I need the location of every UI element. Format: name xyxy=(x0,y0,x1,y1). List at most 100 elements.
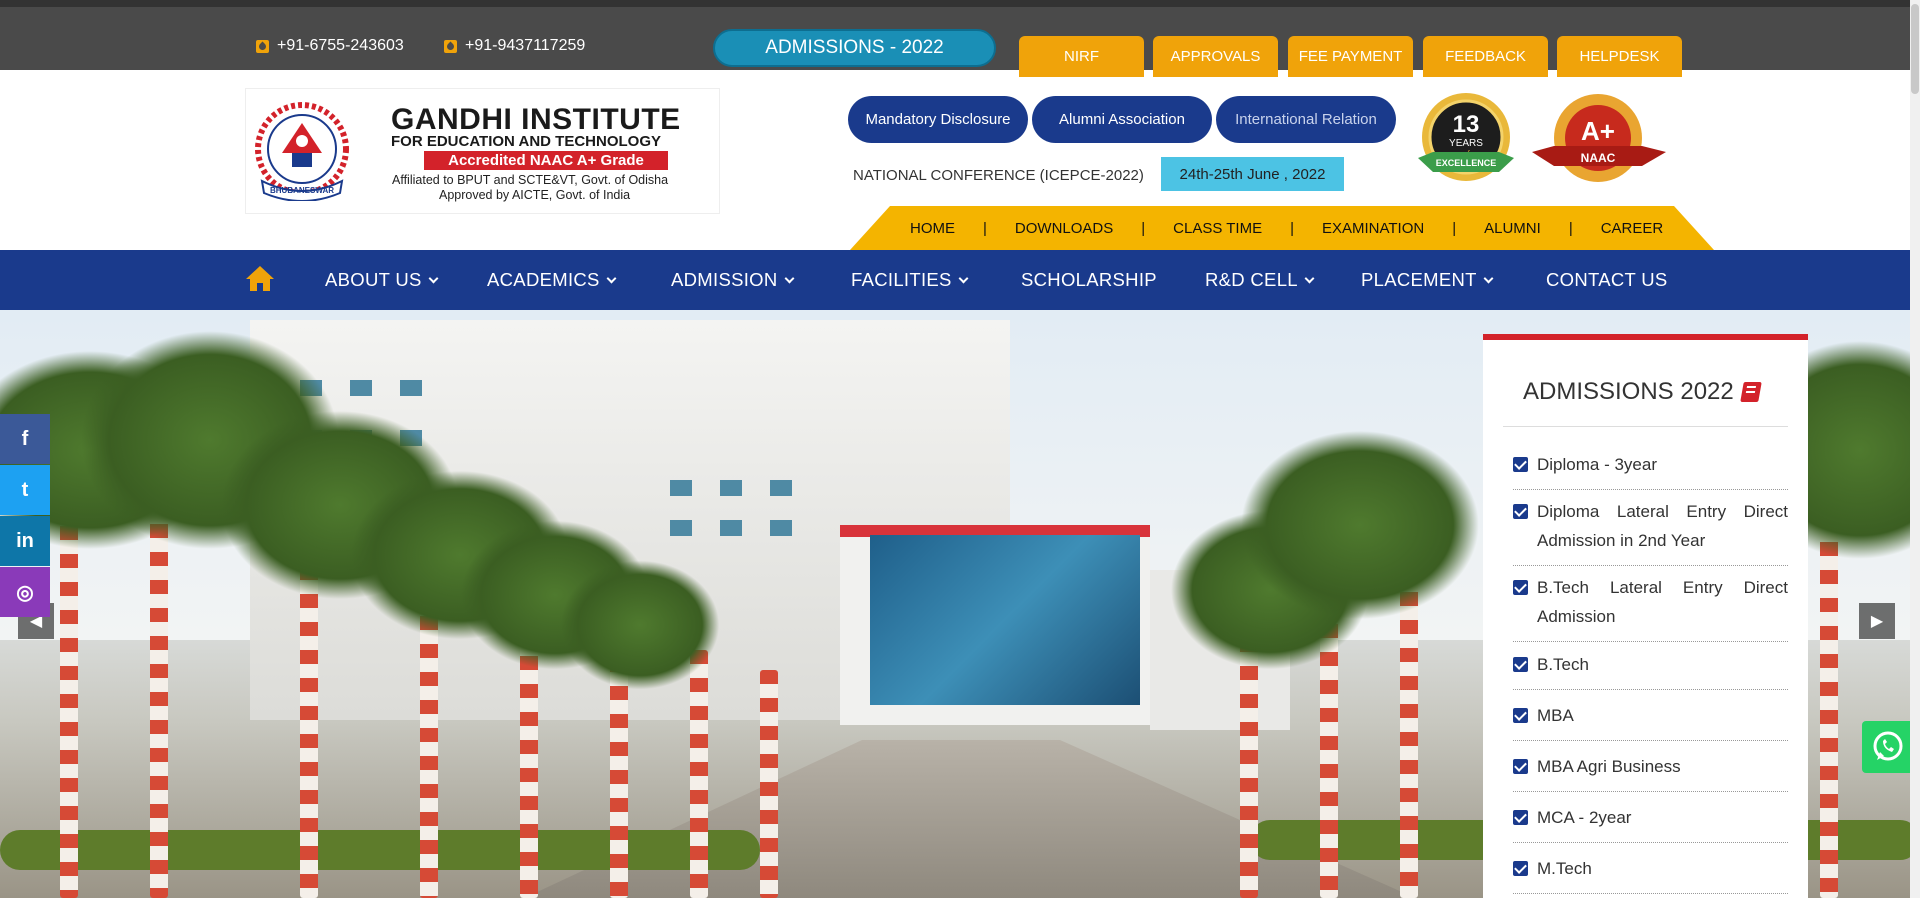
approvals-button[interactable]: APPROVALS xyxy=(1153,36,1278,77)
admission-item-btech-lateral[interactable]: B.Tech Lateral Entry Direct Admission xyxy=(1513,573,1788,642)
phone-icon xyxy=(256,39,269,53)
admission-item-mca[interactable]: MCA - 2year xyxy=(1513,803,1788,843)
nav-label: ABOUT US xyxy=(325,269,422,290)
secnav-downloads[interactable]: DOWNLOADS xyxy=(1015,220,1113,237)
book-icon xyxy=(1739,382,1762,402)
admission-item-label: MBA Agri Business xyxy=(1537,757,1681,776)
secondary-nav: HOME | DOWNLOADS | CLASS TIME | EXAMINAT… xyxy=(850,206,1714,250)
hero-road xyxy=(520,740,1420,898)
linkedin-icon[interactable]: in xyxy=(0,516,50,566)
fee-payment-button[interactable]: FEE PAYMENT xyxy=(1288,36,1413,77)
nav-label: SCHOLARSHIP xyxy=(1021,269,1157,290)
twitter-icon[interactable]: t xyxy=(0,465,50,515)
facebook-icon[interactable]: f xyxy=(0,414,50,464)
checkbox-icon xyxy=(1513,504,1528,519)
badge-years-number: 13 xyxy=(1453,111,1480,138)
helpdesk-button[interactable]: HELPDESK xyxy=(1557,36,1682,77)
nav-label: PLACEMENT xyxy=(1361,269,1477,290)
phone-icon xyxy=(444,39,457,53)
institute-emblem-icon: BHUBANESWAR xyxy=(255,102,349,201)
admission-item-mba-agri[interactable]: MBA Agri Business xyxy=(1513,752,1788,792)
instagram-icon[interactable]: ◎ xyxy=(0,567,50,617)
nav-placement[interactable]: PLACEMENT xyxy=(1361,250,1494,310)
secnav-alumni[interactable]: ALUMNI xyxy=(1484,220,1541,237)
naac-a-plus-badge-icon: A+ NAAC xyxy=(1532,94,1666,182)
checkbox-icon xyxy=(1513,457,1528,472)
nav-admission[interactable]: ADMISSION xyxy=(671,250,794,310)
logo-subtitle: FOR EDUCATION AND TECHNOLOGY xyxy=(391,133,661,150)
13-years-excellence-badge-icon: 13 YEARS of EXCELLENCE xyxy=(1418,93,1514,181)
chevron-down-icon xyxy=(606,273,617,284)
conference-text[interactable]: NATIONAL CONFERENCE (ICEPCE-2022) xyxy=(853,167,1144,184)
chevron-down-icon xyxy=(1483,273,1494,284)
phone-2-number: +91-9437117259 xyxy=(465,37,586,54)
nav-rd-cell[interactable]: R&D CELL xyxy=(1205,250,1315,310)
nav-label: ACADEMICS xyxy=(487,269,600,290)
feedback-button[interactable]: FEEDBACK xyxy=(1423,36,1548,77)
nav-facilities[interactable]: FACILITIES xyxy=(851,250,969,310)
admission-item-label: MCA - 2year xyxy=(1537,808,1632,827)
nav-about-us[interactable]: ABOUT US xyxy=(325,250,439,310)
admission-item-label: M.Tech xyxy=(1537,859,1592,878)
separator: | xyxy=(1568,219,1573,237)
badge-years-excellence: EXCELLENCE xyxy=(1436,158,1497,168)
nav-label: CONTACT US xyxy=(1546,269,1668,290)
logo-approval: Approved by AICTE, Govt. of India xyxy=(439,188,631,202)
checkbox-icon xyxy=(1513,657,1528,672)
admissions-2022-button[interactable]: ADMISSIONS - 2022 xyxy=(713,29,996,67)
nirf-button[interactable]: NIRF xyxy=(1019,36,1144,77)
nav-contact-us[interactable]: CONTACT US xyxy=(1546,250,1668,310)
nav-label: ADMISSION xyxy=(671,269,778,290)
divider xyxy=(1503,426,1788,427)
checkbox-icon xyxy=(1513,708,1528,723)
badge-naac-grade: A+ xyxy=(1581,116,1615,146)
chevron-down-icon xyxy=(784,273,794,284)
phone-1[interactable]: +91-6755-243603 xyxy=(256,37,404,55)
admission-item-mtech[interactable]: M.Tech xyxy=(1513,854,1788,894)
logo-accreditation: Accredited NAAC A+ Grade xyxy=(424,151,668,170)
slider-next-arrow-icon[interactable]: ▶ xyxy=(1859,603,1895,639)
chevron-down-icon xyxy=(958,273,969,284)
admission-item-diploma-lateral[interactable]: Diploma Lateral Entry Direct Admission i… xyxy=(1513,497,1788,566)
nav-scholarship[interactable]: SCHOLARSHIP xyxy=(1021,250,1157,310)
checkbox-icon xyxy=(1513,810,1528,825)
chevron-down-icon xyxy=(428,273,439,284)
hero-glass-facade xyxy=(870,535,1140,705)
checkbox-icon xyxy=(1513,580,1528,595)
nav-academics[interactable]: ACADEMICS xyxy=(487,250,617,310)
page-scrollbar[interactable] xyxy=(1910,0,1920,898)
badge-naac-label: NAAC xyxy=(1581,151,1616,165)
scrollbar-thumb[interactable] xyxy=(1911,4,1919,94)
logo-affiliation: Affiliated to BPUT and SCTE&VT, Govt. of… xyxy=(392,173,669,187)
alumni-association-button[interactable]: Alumni Association xyxy=(1032,96,1212,143)
admissions-panel-title-text: ADMISSIONS 2022 xyxy=(1523,378,1734,405)
admission-item-label: Diploma - 3year xyxy=(1537,455,1657,474)
admission-item-btech[interactable]: B.Tech xyxy=(1513,650,1788,690)
badge-years-label: YEARS xyxy=(1449,138,1483,149)
secnav-home[interactable]: HOME xyxy=(910,220,955,237)
home-icon[interactable] xyxy=(245,264,275,292)
logo-title: GANDHI INSTITUTE xyxy=(391,103,681,136)
conference-date[interactable]: 24th-25th June , 2022 xyxy=(1161,157,1344,191)
admissions-panel: ADMISSIONS 2022 Diploma - 3year Diploma … xyxy=(1483,334,1808,898)
top-bar: +91-6755-243603 +91-9437117259 ADMISSION… xyxy=(0,0,1920,77)
secnav-career[interactable]: CAREER xyxy=(1601,220,1664,237)
whatsapp-icon[interactable] xyxy=(1862,721,1914,773)
checkbox-icon xyxy=(1513,861,1528,876)
secnav-class-time[interactable]: CLASS TIME xyxy=(1173,220,1262,237)
admission-item-label: B.Tech Lateral Entry Direct Admission xyxy=(1537,578,1788,626)
separator: | xyxy=(1290,219,1294,237)
separator: | xyxy=(1452,219,1457,237)
chevron-down-icon xyxy=(1304,273,1315,284)
admission-item-label: B.Tech xyxy=(1537,655,1589,674)
mandatory-disclosure-button[interactable]: Mandatory Disclosure xyxy=(848,96,1028,143)
secnav-examination[interactable]: EXAMINATION xyxy=(1322,220,1424,237)
institute-logo[interactable]: BHUBANESWAR GANDHI INSTITUTE FOR EDUCATI… xyxy=(245,88,720,214)
checkbox-icon xyxy=(1513,759,1528,774)
admission-item-mba[interactable]: MBA xyxy=(1513,701,1788,741)
admissions-panel-title: ADMISSIONS 2022 xyxy=(1523,378,1762,406)
phone-1-number: +91-6755-243603 xyxy=(277,37,404,54)
admission-item-diploma[interactable]: Diploma - 3year xyxy=(1513,450,1788,490)
phone-2[interactable]: +91-9437117259 xyxy=(444,37,585,55)
international-relation-button[interactable]: International Relation xyxy=(1216,96,1396,143)
